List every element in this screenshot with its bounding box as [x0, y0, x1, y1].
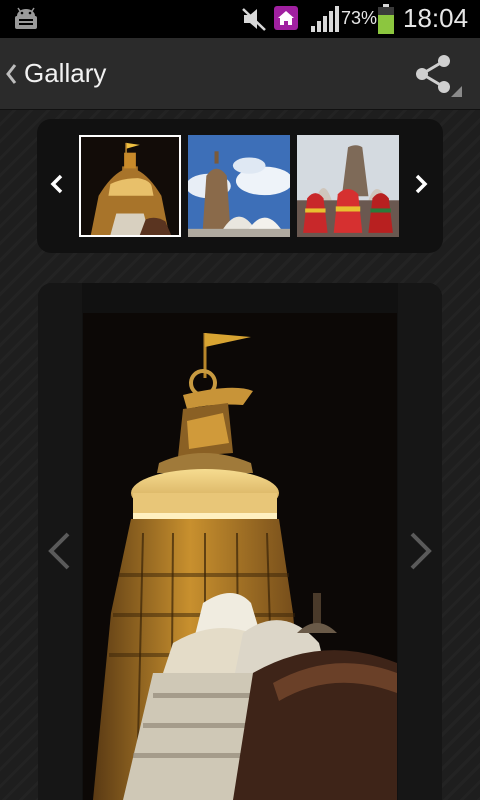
temple-daytime-thumbnail[interactable] — [188, 135, 290, 237]
mute-icon — [242, 8, 266, 31]
status-bar: 73% 18:04 — [0, 0, 480, 38]
chevron-right-icon[interactable] — [408, 531, 434, 571]
signal-icon — [311, 6, 339, 32]
battery-icon — [378, 4, 394, 34]
page-title[interactable]: Gallary — [24, 58, 106, 89]
share-icon[interactable] — [412, 52, 464, 98]
action-bar: Gallary — [0, 38, 480, 110]
android-debug-icon — [15, 7, 37, 29]
thumbnail-strip — [37, 119, 443, 253]
status-clock: 18:04 — [403, 3, 469, 33]
home-app-icon — [274, 6, 298, 30]
chevron-left-icon[interactable] — [49, 173, 65, 195]
back-chevron-icon[interactable] — [4, 62, 18, 86]
chevron-right-icon[interactable] — [413, 173, 429, 195]
chariots-festival-thumbnail[interactable] — [297, 135, 399, 237]
temple-night-thumbnail[interactable] — [79, 135, 181, 237]
battery-percent: 73% — [341, 8, 378, 28]
temple-night-photo[interactable] — [83, 313, 397, 800]
chevron-left-icon[interactable] — [46, 531, 72, 571]
image-viewer — [38, 283, 442, 800]
